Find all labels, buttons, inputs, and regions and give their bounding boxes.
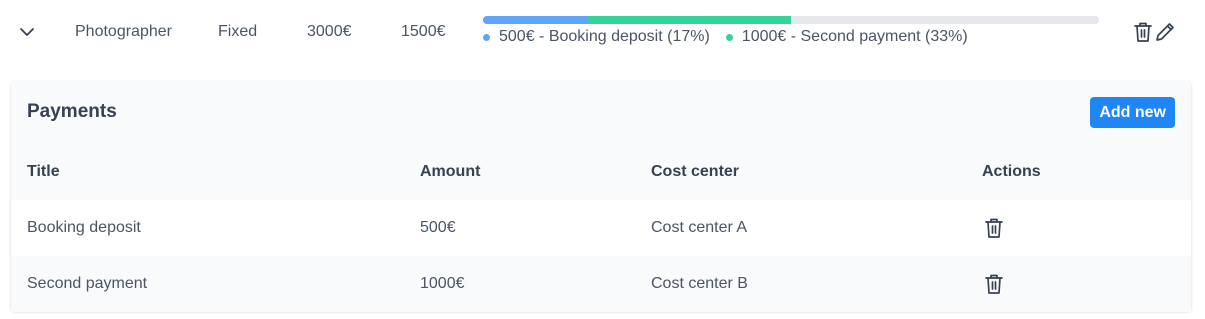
payment-title: Booking deposit [27,219,141,236]
row-paid: 1500€ [401,23,446,40]
payment-progress-bar [483,16,1099,24]
trash-icon[interactable] [983,216,1005,240]
progress-segment-second-payment [588,16,791,24]
legend-label: 500€ - Booking deposit (17%) [499,28,710,45]
panel-title: Payments [27,101,117,122]
progress-segment-booking-deposit [483,16,588,24]
row-type: Fixed [218,23,258,40]
trash-icon[interactable] [983,272,1005,296]
row-total: 3000€ [307,23,352,40]
row-actions [1132,20,1176,44]
payment-title: Second payment [27,275,148,292]
add-new-button[interactable]: Add new [1090,97,1175,128]
budget-row: Photographer Fixed 3000€ 1500€ 500€ - Bo… [0,0,1205,66]
legend-item: 500€ - Booking deposit (17%) [483,28,710,46]
legend-item: 1000€ - Second payment (33%) [725,28,968,46]
pencil-icon[interactable] [1154,20,1176,44]
table-header: Title Amount Cost center Actions [11,144,1191,199]
trash-icon[interactable] [1132,20,1154,44]
payment-amount: 500€ [420,219,456,236]
column-header-amount: Amount [420,163,481,180]
payment-cost-center: Cost center A [651,219,748,236]
progress-legend: 500€ - Booking deposit (17%) 1000€ - Sec… [483,27,984,47]
legend-label: 1000€ - Second payment (33%) [741,28,968,45]
column-header-actions: Actions [982,163,1041,180]
legend-dot-icon [483,33,490,41]
column-header-title: Title [27,163,60,180]
chevron-down-icon[interactable] [18,24,36,40]
payment-cost-center: Cost center B [651,275,748,292]
table-row: Booking deposit 500€ Cost center A [11,200,1191,256]
table-row: Second payment 1000€ Cost center B [11,256,1191,312]
row-role: Photographer [75,23,172,40]
column-header-cost-center: Cost center [651,163,740,180]
payments-panel: Payments Add new Title Amount Cost cente… [11,81,1191,312]
legend-dot-icon [725,33,733,41]
payment-amount: 1000€ [420,275,465,292]
